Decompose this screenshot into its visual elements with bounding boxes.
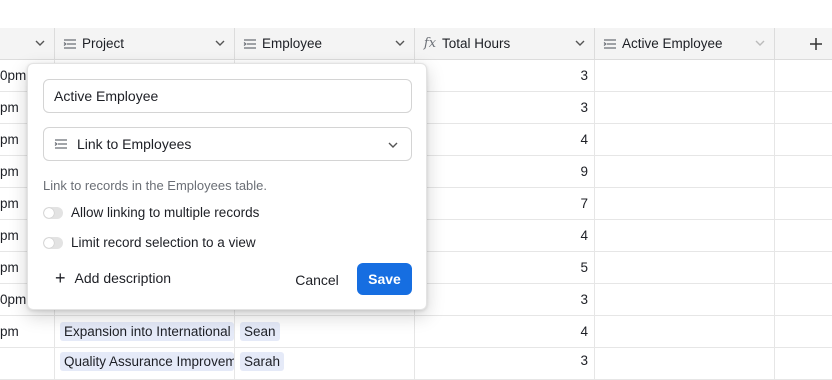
field-type-select[interactable]: Link to Employees [43, 127, 412, 161]
project-cell[interactable]: Quality Assurance Improvement [55, 348, 235, 379]
toggle-label: Allow linking to multiple records [71, 205, 260, 220]
linked-record-pill[interactable]: Sarah [240, 352, 285, 371]
allow-multiple-toggle[interactable] [43, 206, 63, 219]
toggle-label: Limit record selection to a view [71, 235, 256, 250]
field-type-description: Link to records in the Employees table. [43, 178, 268, 193]
hours-cell[interactable]: 7 [415, 188, 595, 219]
chevron-down-icon[interactable] [574, 37, 586, 49]
active-employee-cell[interactable] [595, 156, 775, 187]
active-employee-cell[interactable] [595, 348, 775, 379]
table-row[interactable]: pm Expansion into International Sean 4 [0, 316, 832, 348]
chevron-down-icon[interactable] [34, 37, 46, 49]
active-employee-cell[interactable] [595, 92, 775, 123]
time-cell[interactable]: pm [0, 316, 55, 347]
linked-record-pill[interactable]: Quality Assurance Improvement [60, 352, 234, 371]
hours-cell[interactable]: 4 [415, 316, 595, 347]
hours-cell[interactable]: 3 [415, 92, 595, 123]
hours-cell[interactable]: 3 [415, 348, 595, 379]
chevron-down-icon[interactable] [394, 37, 406, 49]
active-employee-cell[interactable] [595, 316, 775, 347]
column-header-label: Employee [262, 36, 323, 51]
cancel-button[interactable]: Cancel [283, 264, 351, 295]
column-header-active-employee[interactable]: Active Employee [595, 28, 775, 59]
toolbar [0, 0, 832, 29]
add-field-button[interactable] [800, 28, 832, 59]
limit-view-toggle[interactable] [43, 236, 63, 249]
active-employee-cell[interactable] [595, 284, 775, 315]
active-employee-cell[interactable] [595, 252, 775, 283]
active-employee-cell[interactable] [595, 220, 775, 251]
column-header-employee[interactable]: Employee [235, 28, 415, 59]
linked-record-pill[interactable]: Sean [240, 322, 280, 341]
plus-icon [810, 37, 822, 50]
active-employee-cell[interactable] [595, 124, 775, 155]
active-employee-cell[interactable] [595, 188, 775, 219]
column-header-label: Project [82, 36, 125, 51]
employee-cell[interactable]: Sean [235, 316, 415, 347]
allow-multiple-toggle-row[interactable]: Allow linking to multiple records [43, 205, 259, 220]
chevron-down-icon [388, 142, 398, 148]
column-header-project[interactable]: Project [55, 28, 235, 59]
link-field-icon [54, 139, 67, 149]
project-cell[interactable]: Expansion into International [55, 316, 235, 347]
link-field-icon [603, 37, 617, 51]
save-button[interactable]: Save [357, 263, 412, 295]
formula-icon: fx [423, 36, 437, 51]
column-header-label: Total Hours [442, 36, 511, 51]
column-header-total-hours[interactable]: fx Total Hours [415, 28, 595, 59]
employee-cell[interactable]: Sarah [235, 348, 415, 379]
chevron-down-icon[interactable] [214, 37, 226, 49]
time-cell[interactable] [0, 348, 55, 379]
field-name-input[interactable] [43, 79, 412, 113]
chevron-down-icon[interactable] [754, 37, 766, 49]
hours-cell[interactable]: 4 [415, 220, 595, 251]
link-field-icon [63, 37, 77, 51]
column-header-start-time[interactable] [0, 28, 55, 59]
add-description-button[interactable]: + Add description [55, 269, 171, 287]
hours-cell[interactable]: 4 [415, 124, 595, 155]
plus-icon: + [55, 268, 66, 288]
hours-cell[interactable]: 5 [415, 252, 595, 283]
column-header-row: Project Employee fx Total Hours Active E… [0, 28, 832, 60]
limit-view-toggle-row[interactable]: Limit record selection to a view [43, 235, 256, 250]
table-row[interactable]: Quality Assurance Improvement Sarah 3 [0, 348, 832, 380]
hours-cell[interactable]: 9 [415, 156, 595, 187]
hours-cell[interactable]: 3 [415, 60, 595, 91]
active-employee-cell[interactable] [595, 60, 775, 91]
hours-cell[interactable]: 3 [415, 284, 595, 315]
add-description-label: Add description [74, 270, 172, 286]
field-type-label: Link to Employees [77, 136, 192, 152]
field-config-popup: Link to Employees Link to records in the… [27, 63, 427, 310]
linked-record-pill[interactable]: Expansion into International [60, 322, 234, 341]
link-field-icon [243, 37, 257, 51]
column-header-label: Active Employee [622, 36, 723, 51]
